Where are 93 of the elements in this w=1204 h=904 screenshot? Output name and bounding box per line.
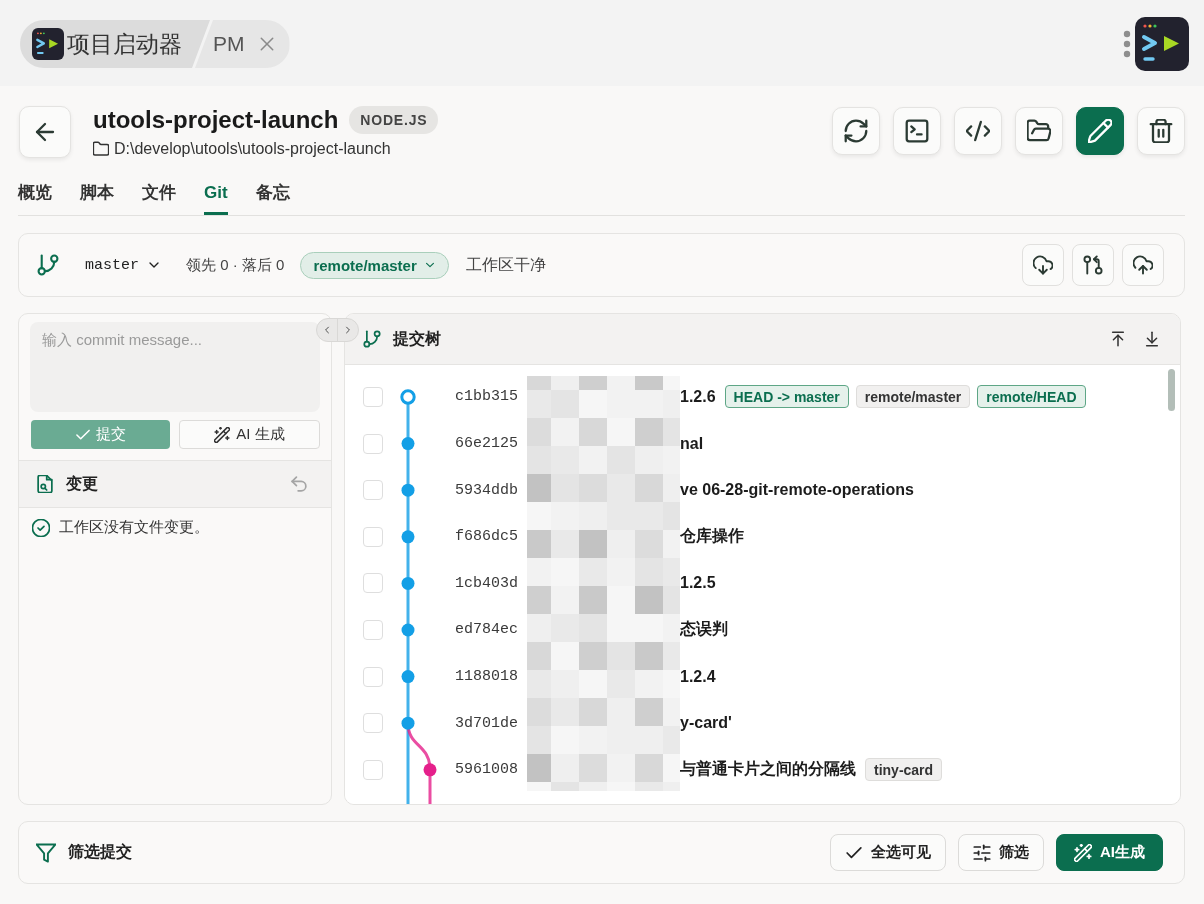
code-icon bbox=[966, 119, 990, 143]
folder-icon bbox=[1027, 119, 1051, 143]
chevron-right-icon bbox=[343, 325, 353, 335]
commit-message: 1.2.6 bbox=[680, 388, 716, 406]
row-checkbox[interactable] bbox=[363, 713, 383, 734]
branch-icon bbox=[363, 330, 381, 348]
page-tab[interactable]: PM bbox=[195, 20, 290, 68]
row-checkbox[interactable] bbox=[363, 759, 383, 780]
more-icon[interactable] bbox=[1123, 30, 1131, 58]
commit-hash: 5934ddb bbox=[455, 481, 519, 499]
terminal-icon bbox=[905, 119, 929, 143]
commit-hash: c1bb315 bbox=[455, 388, 519, 406]
trash-icon bbox=[1149, 119, 1173, 143]
project-path: D:\develop\utools\utools-project-launch bbox=[114, 140, 391, 158]
row-checkbox[interactable] bbox=[363, 526, 383, 547]
open-folder-button[interactable] bbox=[1015, 107, 1063, 155]
push-button[interactable] bbox=[1122, 244, 1164, 286]
language-badge: NODE.JS bbox=[349, 106, 439, 134]
filter-title: 筛选提交 bbox=[68, 842, 132, 862]
pull-request-icon bbox=[1083, 255, 1103, 275]
branch-select[interactable]: master bbox=[85, 256, 161, 274]
app-tab[interactable]: 项目启动器 bbox=[20, 20, 210, 68]
tab[interactable]: 文件 bbox=[142, 172, 176, 215]
select-all-button[interactable]: 全选可见 bbox=[830, 834, 946, 871]
row-checkbox[interactable] bbox=[363, 480, 383, 501]
ai-generate-button[interactable]: AI生成 bbox=[1056, 834, 1163, 871]
cloud-upload-icon bbox=[1133, 255, 1153, 275]
row-checkbox[interactable] bbox=[363, 433, 383, 454]
file-icon bbox=[36, 475, 54, 493]
row-checkbox[interactable] bbox=[363, 619, 383, 640]
commit-message-field[interactable]: 输入 commit message... bbox=[30, 322, 320, 412]
branch-icon bbox=[37, 254, 59, 276]
pencil-icon bbox=[1088, 119, 1112, 143]
row-checkbox[interactable] bbox=[363, 387, 383, 407]
ahead-behind-text: 领先 0 · 落后 0 bbox=[186, 255, 285, 275]
row-checkbox[interactable] bbox=[363, 573, 383, 594]
empty-message: 工作区没有文件变更。 bbox=[59, 518, 209, 537]
terminal-logo-icon bbox=[32, 28, 64, 60]
pull-button[interactable] bbox=[1022, 244, 1064, 286]
filter-button[interactable]: 筛选 bbox=[958, 834, 1044, 871]
worktree-status: 工作区干净 bbox=[465, 254, 546, 275]
ref-tag: remote/master bbox=[855, 385, 971, 409]
project-name: utools-project-launch bbox=[93, 106, 339, 134]
scrollbar-thumb[interactable] bbox=[1168, 369, 1175, 411]
cloud-download-icon bbox=[1033, 255, 1053, 275]
commit-hash: 1cb403d bbox=[455, 574, 519, 592]
refresh-button[interactable] bbox=[832, 107, 880, 155]
row-checkbox[interactable] bbox=[363, 666, 383, 687]
commit-hash: ed784ec bbox=[455, 621, 519, 639]
commit-hash: 5961008 bbox=[455, 761, 519, 779]
edit-button[interactable] bbox=[1076, 107, 1124, 155]
ref-tag: remote/HEAD bbox=[977, 385, 1086, 409]
commit-hash: 3d701de bbox=[455, 714, 519, 732]
terminal-logo-icon bbox=[1135, 17, 1189, 71]
tab[interactable]: 备忘 bbox=[255, 172, 290, 215]
ai-generate-button[interactable]: AI 生成 bbox=[179, 420, 320, 449]
app-name: 项目启动器 bbox=[67, 29, 182, 59]
section-title: 变更 bbox=[66, 473, 99, 494]
terminal-button[interactable] bbox=[893, 107, 941, 155]
commit-message: 1.2.5 bbox=[680, 574, 716, 593]
ref-tag: tiny-card bbox=[865, 758, 943, 782]
code-button[interactable] bbox=[954, 107, 1002, 155]
delete-button[interactable] bbox=[1137, 107, 1185, 155]
back-button[interactable] bbox=[19, 106, 71, 158]
commit-message: 态误判 bbox=[680, 619, 728, 640]
panel-title: 提交树 bbox=[393, 328, 441, 349]
commit-hash: 1188018 bbox=[455, 668, 519, 686]
tab[interactable]: 概览 bbox=[18, 172, 52, 215]
check-circle-icon bbox=[32, 518, 50, 537]
magic-wand-icon bbox=[214, 426, 231, 443]
tab[interactable]: 脚本 bbox=[80, 172, 114, 215]
commit-message: 与普通卡片之间的分隔线 bbox=[680, 759, 856, 780]
folder-icon bbox=[93, 141, 109, 157]
commit-hash: f686dc5 bbox=[455, 528, 519, 546]
arrow-to-bottom-icon[interactable] bbox=[1144, 331, 1160, 347]
tab[interactable]: Git bbox=[204, 172, 228, 215]
upstream-select[interactable]: remote/master bbox=[300, 251, 449, 279]
commit-message: ve 06-28-git-remote-operations bbox=[680, 481, 914, 500]
commit-message: nal bbox=[680, 434, 704, 453]
ref-tag: HEAD -> master bbox=[724, 385, 849, 409]
merge-button[interactable] bbox=[1072, 244, 1114, 286]
refresh-icon bbox=[844, 119, 868, 143]
sliders-icon bbox=[973, 843, 991, 862]
undo-icon[interactable] bbox=[290, 475, 308, 493]
arrow-to-top-icon[interactable] bbox=[1110, 331, 1126, 347]
commit-message: 1.2.4 bbox=[680, 667, 716, 686]
magic-wand-icon bbox=[1074, 843, 1092, 862]
commit-message: 仓库操作 bbox=[680, 526, 744, 547]
commit-hash: 66e2125 bbox=[455, 435, 519, 453]
commit-message: y-card' bbox=[680, 714, 732, 733]
filter-icon bbox=[36, 842, 56, 863]
tab-label: PM bbox=[213, 32, 245, 56]
chevron-left-icon bbox=[322, 325, 332, 335]
